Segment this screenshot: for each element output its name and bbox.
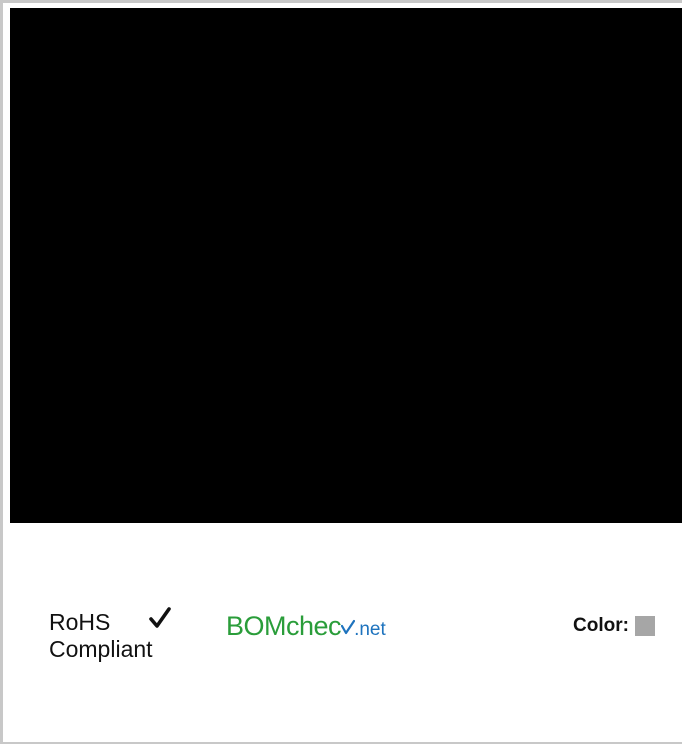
rohs-label: RoHS <box>49 609 111 635</box>
color-label: Color: <box>573 615 629 636</box>
bomcheck-logo-check: chec <box>286 611 342 641</box>
product-card: RoHS Compliant BOMchec .net Color: <box>0 0 682 744</box>
bomcheck-logo: BOMchec .net <box>226 611 386 645</box>
bomcheck-logo-net: .net <box>354 619 386 640</box>
check-mark-icon <box>149 607 171 628</box>
rohs-compliance-badge: RoHS Compliant <box>49 607 189 665</box>
color-indicator: Color: <box>573 615 656 639</box>
bomcheck-check-icon <box>341 619 356 635</box>
bomcheck-logo-bom: BOM <box>226 611 287 641</box>
product-image <box>10 8 682 523</box>
color-swatch <box>635 616 656 636</box>
compliant-label: Compliant <box>49 636 153 662</box>
